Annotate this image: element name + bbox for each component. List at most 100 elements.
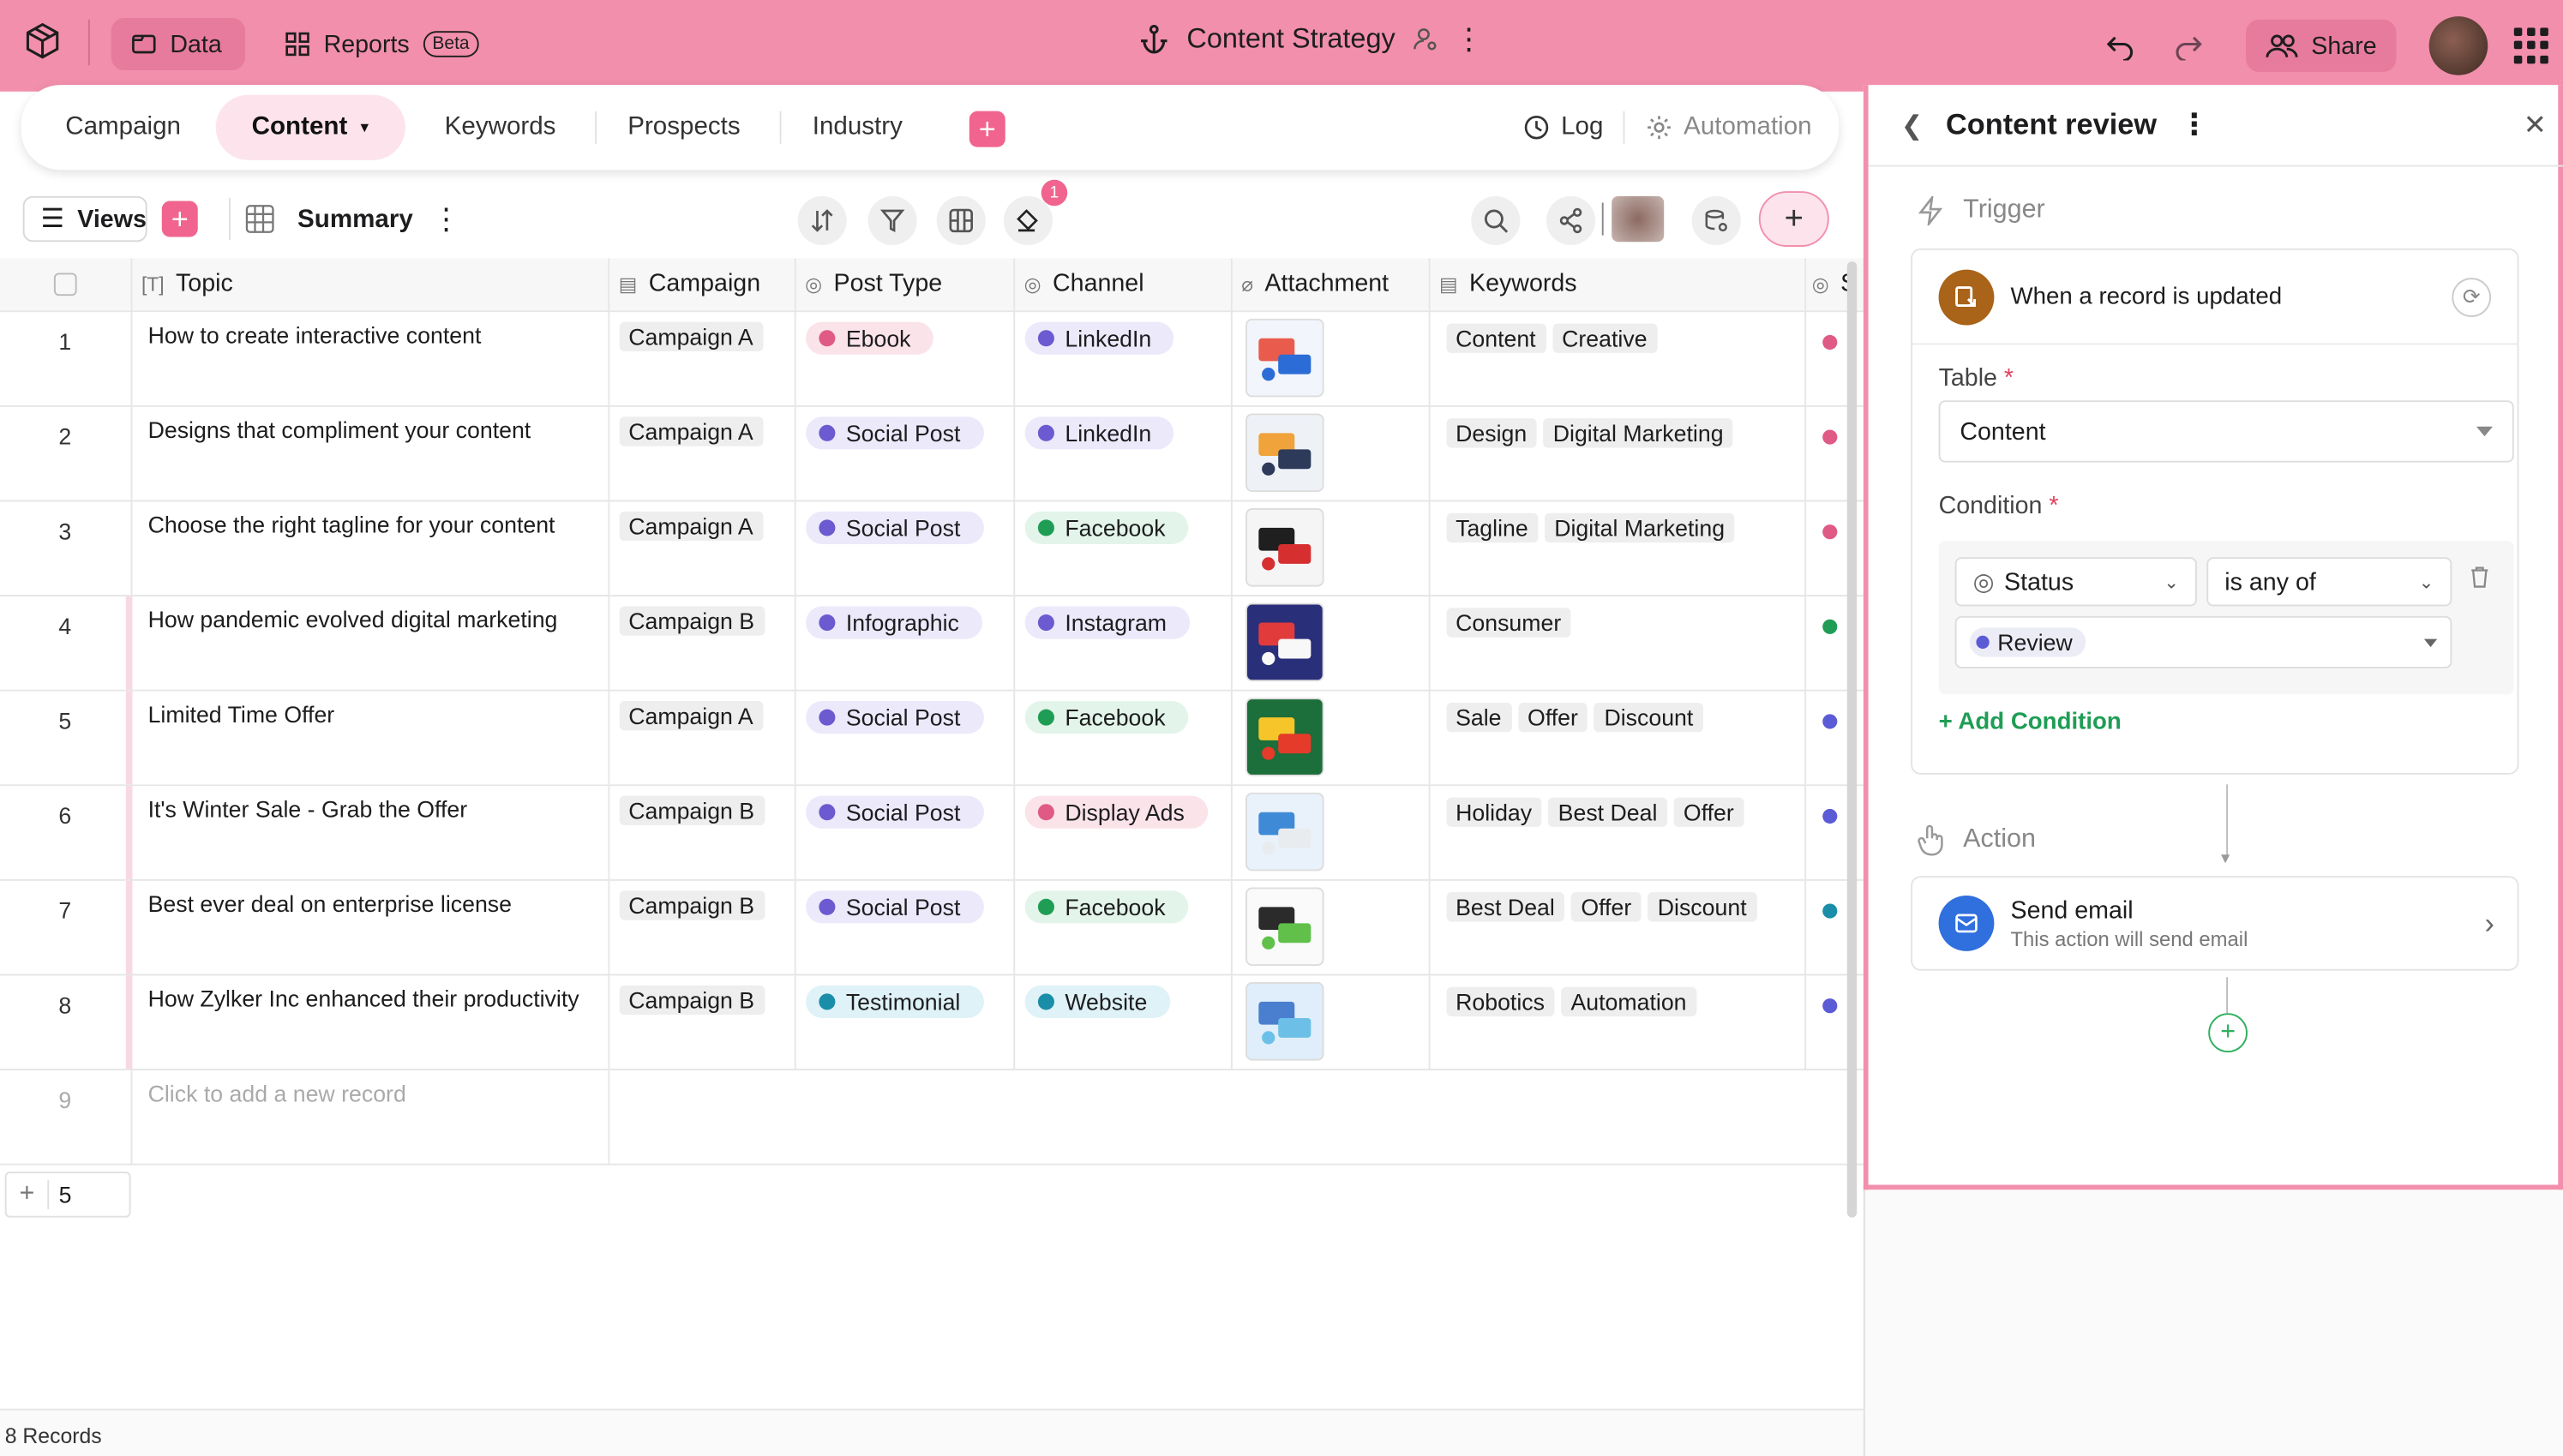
filter-icon[interactable] <box>867 195 917 246</box>
select-all-checkbox[interactable] <box>53 273 77 297</box>
keywords-cell[interactable]: Sale Offer Discount <box>1428 689 1806 786</box>
topic-cell[interactable]: How pandemic evolved digital marketing <box>123 595 609 691</box>
topic-cell[interactable]: How Zylker Inc enhanced their productivi… <box>123 974 609 1070</box>
campaign-cell[interactable]: Campaign B <box>608 878 795 975</box>
attachment-thumbnail[interactable] <box>1245 317 1324 397</box>
topic-cell[interactable]: Limited Time Offer <box>123 689 609 786</box>
post-type-cell[interactable]: Social Post <box>794 500 1015 596</box>
user-avatar[interactable] <box>2428 16 2488 75</box>
attachment-cell[interactable] <box>1230 878 1430 975</box>
back-chevron-icon[interactable]: ❮ <box>1901 109 1924 141</box>
grid-scrollbar[interactable] <box>1846 261 1858 1218</box>
table-row[interactable]: 5 Limited Time Offer Campaign A Social P… <box>0 689 1864 786</box>
add-group-control[interactable]: + 5 <box>4 1171 131 1218</box>
keywords-cell[interactable]: Content Creative <box>1428 310 1806 406</box>
attachment-cell[interactable] <box>1230 500 1430 596</box>
view-name[interactable]: Summary <box>297 206 413 235</box>
post-type-cell[interactable]: Social Post <box>794 404 1015 501</box>
close-icon[interactable]: ✕ <box>2524 109 2547 141</box>
topic-cell[interactable]: Designs that compliment your content <box>130 404 609 501</box>
column-header-campaign[interactable]: ▤ Campaign <box>608 258 795 312</box>
attachment-cell[interactable] <box>1230 974 1430 1070</box>
channel-cell[interactable]: Facebook <box>1013 500 1232 596</box>
table-row[interactable]: 4 How pandemic evolved digital marketing… <box>0 595 1864 691</box>
table-row[interactable]: 3 Choose the right tagline for your cont… <box>0 500 1864 596</box>
paint-bucket-icon[interactable] <box>1003 195 1053 246</box>
tab-campaign[interactable]: Campaign <box>65 85 181 170</box>
channel-cell[interactable]: Facebook <box>1013 878 1232 975</box>
trigger-event-row[interactable]: When a record is updated ⟳ <box>1912 250 2518 345</box>
app-logo-icon[interactable] <box>23 21 63 61</box>
trash-icon[interactable] <box>2468 566 2491 596</box>
workspace-title[interactable]: Content Strategy ⋮ <box>1137 23 1484 56</box>
search-icon[interactable] <box>1471 195 1521 246</box>
reports-tab-button[interactable]: Reports Beta <box>285 18 480 70</box>
add-table-button[interactable]: + <box>969 111 1005 147</box>
channel-cell[interactable]: Display Ads <box>1013 784 1232 880</box>
topic-cell[interactable]: How to create interactive content <box>130 310 609 406</box>
columns-icon[interactable] <box>936 195 986 246</box>
channel-cell[interactable]: Facebook <box>1013 689 1232 786</box>
action-card[interactable]: Send email This action will send email › <box>1911 876 2519 971</box>
post-type-cell[interactable]: Testimonial <box>794 974 1015 1070</box>
automation-button[interactable]: Automation <box>1646 85 1812 170</box>
column-header-channel[interactable]: ◎ Channel <box>1013 258 1232 312</box>
tab-industry[interactable]: Industry <box>813 85 903 170</box>
attachment-thumbnail[interactable] <box>1245 602 1324 681</box>
column-header-topic[interactable]: [T] Topic <box>130 258 609 312</box>
condition-operator-select[interactable]: is any of ⌄ <box>2206 557 2452 607</box>
view-more-icon[interactable]: ⋮ <box>431 202 460 237</box>
attachment-cell[interactable] <box>1230 689 1430 786</box>
attachment-thumbnail[interactable] <box>1245 886 1324 966</box>
campaign-cell[interactable]: Campaign A <box>608 500 795 596</box>
condition-value-select[interactable]: Review <box>1954 615 2452 668</box>
table-select[interactable]: Content <box>1938 400 2514 463</box>
post-type-cell[interactable]: Social Post <box>794 878 1015 975</box>
channel-cell[interactable]: LinkedIn <box>1013 404 1232 501</box>
campaign-cell[interactable]: Campaign B <box>608 595 795 691</box>
attachment-thumbnail[interactable] <box>1245 412 1324 492</box>
condition-field-select[interactable]: ◎ Status ⌄ <box>1954 557 2197 607</box>
topic-cell[interactable]: It's Winter Sale - Grab the Offer <box>123 784 609 880</box>
channel-cell[interactable]: Website <box>1013 974 1232 1070</box>
tab-content[interactable]: Content ▾ <box>215 94 405 160</box>
attachment-cell[interactable] <box>1230 595 1430 691</box>
keywords-cell[interactable]: Best Deal Offer Discount <box>1428 878 1806 975</box>
sort-icon[interactable] <box>797 195 847 246</box>
add-record-placeholder[interactable]: Click to add a new record <box>130 1069 609 1165</box>
views-button[interactable]: ☰ Views <box>22 195 147 243</box>
redo-icon[interactable] <box>2164 21 2213 70</box>
undo-icon[interactable] <box>2096 21 2145 70</box>
keywords-cell[interactable]: Design Digital Marketing <box>1428 404 1806 501</box>
campaign-cell[interactable]: Campaign B <box>608 784 795 880</box>
column-header-attachment[interactable]: ⌀ Attachment <box>1230 258 1430 312</box>
refresh-icon[interactable]: ⟳ <box>2452 277 2492 316</box>
attachment-cell[interactable] <box>1230 310 1430 406</box>
attachment-thumbnail[interactable] <box>1245 791 1324 871</box>
keywords-cell[interactable]: Robotics Automation <box>1428 974 1806 1070</box>
tab-keywords[interactable]: Keywords <box>445 85 556 170</box>
apps-grid-icon[interactable] <box>2513 27 2550 63</box>
data-tab-button[interactable]: Data <box>111 17 246 70</box>
topic-cell[interactable]: Best ever deal on enterprise license <box>123 878 609 975</box>
topic-cell[interactable]: Choose the right tagline for your conten… <box>130 500 609 596</box>
column-header-keywords[interactable]: ▤ Keywords <box>1428 258 1806 312</box>
collaborator-avatar[interactable] <box>1612 195 1665 243</box>
post-type-cell[interactable]: Social Post <box>794 784 1015 880</box>
post-type-cell[interactable]: Ebook <box>794 310 1015 406</box>
add-record-row[interactable]: 9 Click to add a new record <box>0 1069 1864 1165</box>
post-type-cell[interactable]: Social Post <box>794 689 1015 786</box>
attachment-thumbnail[interactable] <box>1245 507 1324 586</box>
database-settings-icon[interactable] <box>1691 195 1741 246</box>
campaign-cell[interactable]: Campaign A <box>608 404 795 501</box>
campaign-cell[interactable]: Campaign A <box>608 689 795 786</box>
campaign-cell[interactable]: Campaign B <box>608 974 795 1070</box>
tab-prospects[interactable]: Prospects <box>627 85 740 170</box>
user-settings-icon[interactable] <box>1412 27 1438 53</box>
share-nodes-icon[interactable] <box>1546 195 1596 246</box>
table-row[interactable]: 7 Best ever deal on enterprise license C… <box>0 878 1864 975</box>
column-header-post-type[interactable]: ◎ Post Type <box>794 258 1015 312</box>
table-row[interactable]: 8 How Zylker Inc enhanced their producti… <box>0 974 1864 1070</box>
attachment-thumbnail[interactable] <box>1245 981 1324 1060</box>
attachment-thumbnail[interactable] <box>1245 697 1324 776</box>
